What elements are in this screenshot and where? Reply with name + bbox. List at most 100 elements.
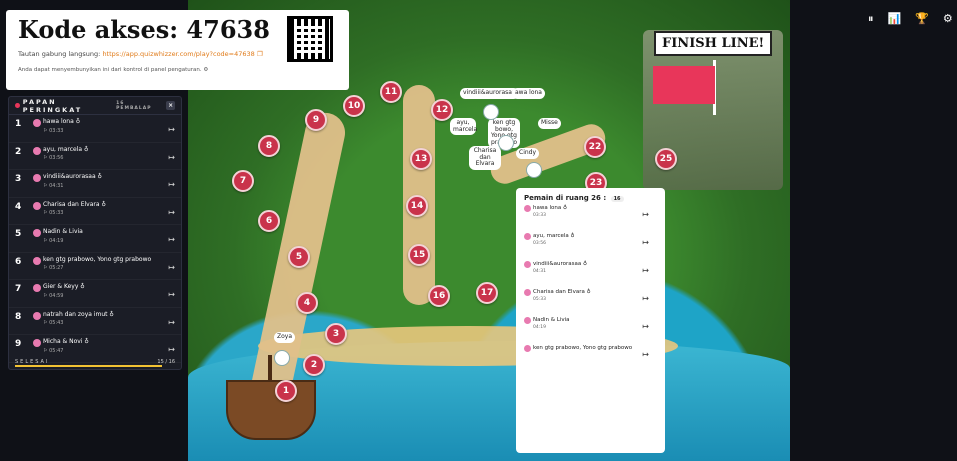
settings-note-text: Anda dapat menyembunyikan ini dari kontr… <box>18 67 202 73</box>
room-player-row: ayu, marcela ♁ 03:56 ↦ <box>524 233 657 258</box>
map-node: 15 <box>408 244 430 266</box>
leaderboard-title: PAPAN PERINGKAT <box>22 97 83 114</box>
player-bubble: vindiii&aurorasaa <box>460 88 519 99</box>
player-avatar <box>483 104 499 120</box>
rank-number: 6 <box>15 256 22 267</box>
avatar <box>524 233 531 240</box>
join-link[interactable]: https://app.quizwhizzer.com/play?code=47… <box>102 50 254 58</box>
leaderboard-row: 6 ken gtg prabowo, Yono gtg prabowo 05:2… <box>9 253 181 280</box>
rank-number: 7 <box>15 284 22 294</box>
player-time: 03:33 <box>533 213 546 218</box>
kick-icon[interactable]: ↦ <box>168 290 175 299</box>
progress-bar <box>15 365 162 367</box>
map-node: 6 <box>258 210 280 232</box>
player-name: ayu, marcela ♁ <box>533 233 575 239</box>
racer-time: 04:19 <box>43 238 168 245</box>
player-time: 03:56 <box>533 241 546 246</box>
access-code-panel: Kode akses: 47638 Tautan gabung langsung… <box>6 10 349 90</box>
racer-time: 05:47 <box>43 348 168 355</box>
kick-icon[interactable]: ↦ <box>168 153 175 162</box>
map-node: 22 <box>584 136 606 158</box>
map-node: 7 <box>232 170 254 192</box>
leaderboard-header: PAPAN PERINGKAT 16 PEMBALAP × <box>9 97 181 115</box>
kick-icon[interactable]: ↦ <box>168 180 175 189</box>
avatar <box>524 345 531 352</box>
kick-icon[interactable]: ↦ <box>642 294 649 303</box>
map-node: 16 <box>428 285 450 307</box>
kick-icon[interactable]: ↦ <box>642 350 649 359</box>
qr-code <box>287 16 333 62</box>
player-name: ken gtg prabowo, Yono gtg prabowo <box>533 345 633 351</box>
leaderboard-row: 3 vindiii&aurorasaa ♁ 04:31 ↦ <box>9 170 181 198</box>
gear-icon[interactable]: ⚙ <box>203 67 208 73</box>
kick-icon[interactable]: ↦ <box>642 210 649 219</box>
close-button[interactable]: × <box>166 101 175 110</box>
room-player-row: ken gtg prabowo, Yono gtg prabowo ↦ <box>524 345 657 370</box>
pirate-ship <box>226 380 316 440</box>
player-name: hawa lona ♁ <box>533 205 567 211</box>
kick-icon[interactable]: ↦ <box>168 208 175 217</box>
avatar <box>33 229 41 237</box>
player-name: Charisa dan Elvara ♁ <box>533 289 591 295</box>
chart-icon[interactable]: 📊 <box>888 12 902 26</box>
map-node: 13 <box>410 148 432 170</box>
settings-note: Anda dapat menyembunyikan ini dari kontr… <box>18 67 337 73</box>
finished-progress: SELESAI 15 / 16 <box>9 355 181 369</box>
finish-line-label: FINISH LINE! <box>654 31 773 56</box>
join-link-label: Tautan gabung langsung: <box>18 50 101 58</box>
kick-icon[interactable]: ↦ <box>168 263 175 272</box>
avatar <box>33 256 41 265</box>
map-node: 17 <box>476 282 498 304</box>
trophy-icon[interactable]: 🏆 <box>915 12 929 26</box>
rank-number: 9 <box>15 339 22 349</box>
racer-info: Charisa dan Elvara ♁ 05:33 <box>33 200 168 217</box>
racer-name: ayu, marcela ♁ <box>43 145 89 153</box>
map-node: 3 <box>325 323 347 345</box>
kick-icon[interactable]: ↦ <box>642 322 649 331</box>
racer-time: 04:31 <box>43 183 168 190</box>
map-node: 25 <box>655 148 677 170</box>
map-node: 11 <box>380 81 402 103</box>
leaderboard-row: 8 natrah dan zoya imut ♁ 05:43 ↦ <box>9 308 181 335</box>
room-player-row: Nadin & Livia 04:19 ↦ <box>524 317 657 342</box>
map-node: 14 <box>406 195 428 217</box>
kick-icon[interactable]: ↦ <box>168 318 175 327</box>
racer-info: Micha & Novi ♁ 05:47 <box>33 338 168 355</box>
player-bubble: ayu, marcela <box>450 118 477 136</box>
avatar <box>33 119 41 127</box>
leaderboard-row: 5 Nadin & Livia 04:19 ↦ <box>9 225 181 253</box>
racer-name: Gier & Keyy ♁ <box>43 283 85 290</box>
avatar <box>524 261 531 268</box>
player-avatar <box>498 135 514 151</box>
leaderboard-row: 2 ayu, marcela ♁ 03:56 ↦ <box>9 143 181 170</box>
copy-icon[interactable]: ❐ <box>257 50 263 58</box>
kick-icon[interactable]: ↦ <box>642 266 649 275</box>
kick-icon[interactable]: ↦ <box>168 235 175 244</box>
room-player-row: vindiii&aurorasaa ♁ 04:31 ↦ <box>524 261 657 286</box>
racer-info: Nadin & Livia 04:19 <box>33 228 168 245</box>
racer-time: 03:56 <box>43 156 168 162</box>
player-bubble: Misse <box>538 118 561 129</box>
map-node: 9 <box>305 109 327 131</box>
racer-name: vindiii&aurorasaa ♁ <box>43 173 102 180</box>
avatar <box>524 317 531 324</box>
racer-name: Charisa dan Elvara ♁ <box>43 200 106 208</box>
avatar <box>33 146 41 155</box>
kick-icon[interactable]: ↦ <box>168 345 175 354</box>
player-bubble: Charisa dan Elvara <box>469 146 501 170</box>
racer-info: ayu, marcela ♁ 03:56 <box>33 145 168 162</box>
racer-time: 05:27 <box>43 266 168 272</box>
map-node: 12 <box>431 99 453 121</box>
kick-icon[interactable]: ↦ <box>642 238 649 247</box>
racer-name: hawa lona ♁ <box>43 118 81 125</box>
player-bubble: Cindy <box>516 148 540 159</box>
rank-number: 1 <box>15 119 22 129</box>
racer-count: 16 PEMBALAP <box>116 100 152 111</box>
racer-info: natrah dan zoya imut ♁ 05:43 <box>33 311 168 327</box>
racer-info: vindiii&aurorasaa ♁ 04:31 <box>33 173 168 190</box>
kick-icon[interactable]: ↦ <box>168 125 175 134</box>
gear-icon[interactable]: ⚙ <box>943 12 953 26</box>
racer-time: 03:33 <box>43 128 168 135</box>
finish-flag <box>653 66 715 104</box>
pause-icon[interactable]: ⏸ <box>868 12 874 26</box>
